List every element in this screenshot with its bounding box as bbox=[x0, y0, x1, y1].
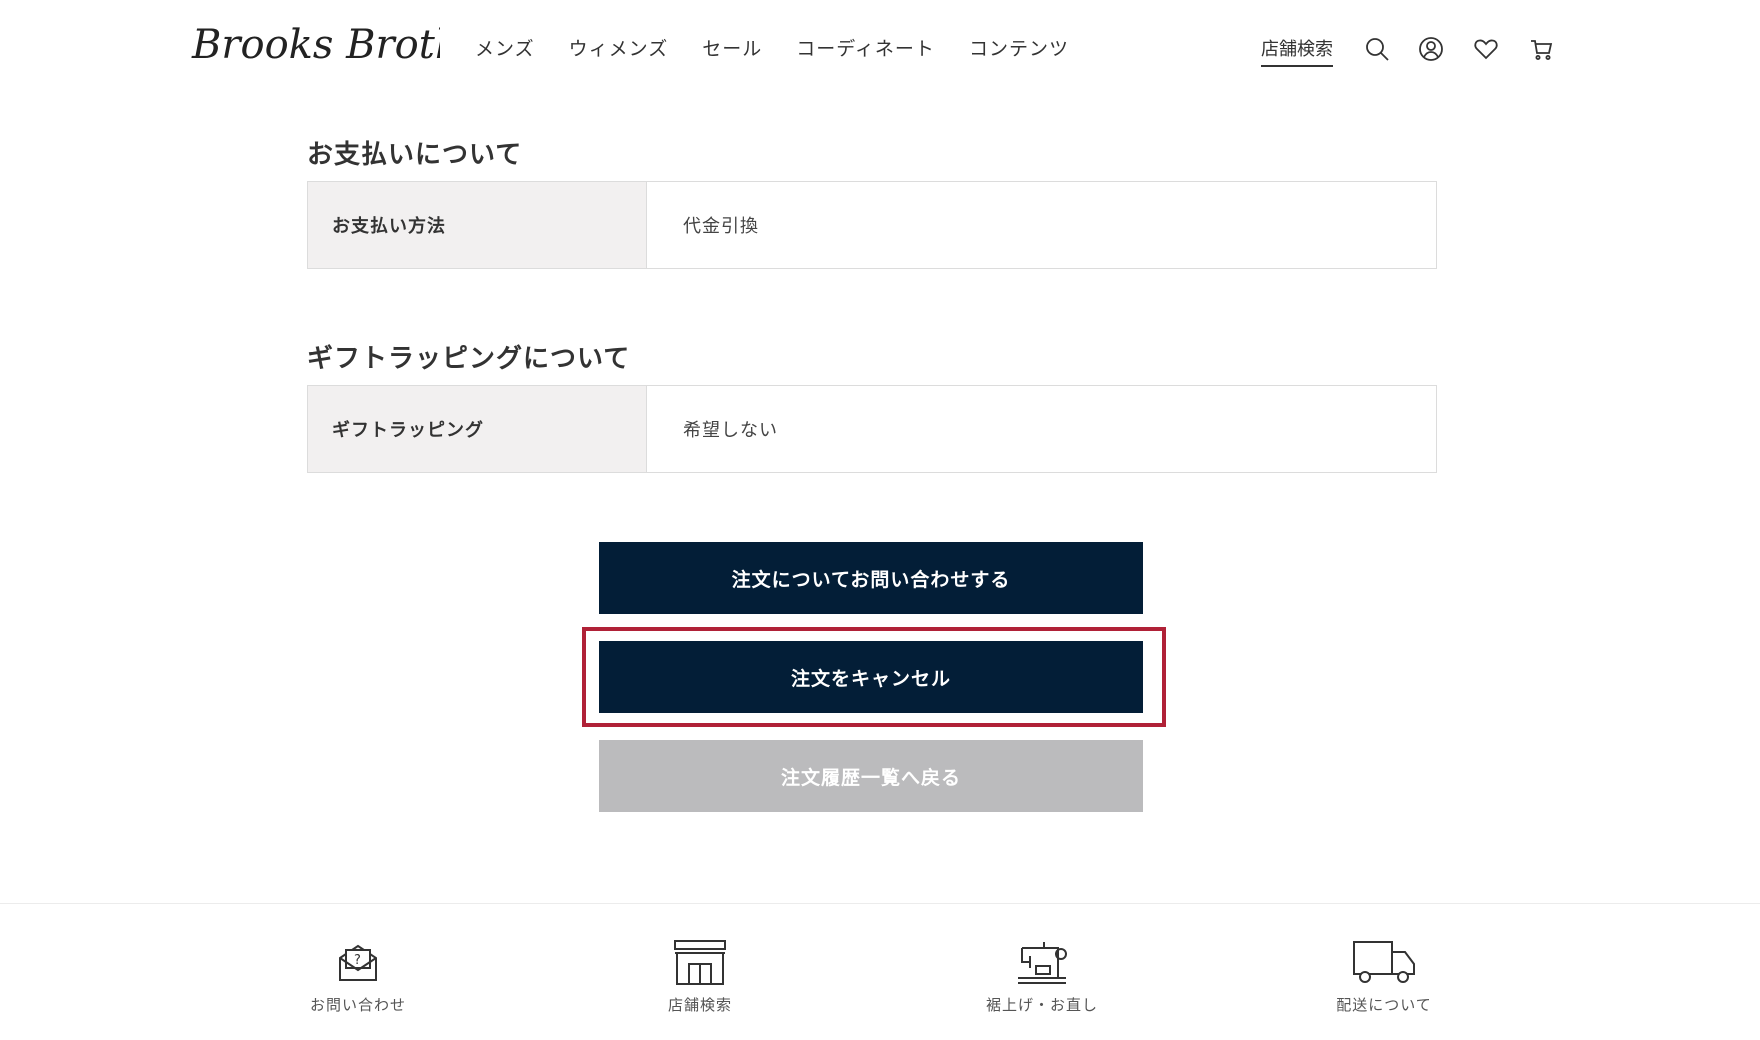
main-nav: メンズ ウィメンズ セール コーディネート コンテンツ bbox=[475, 34, 1103, 61]
footer-contact-label: お問い合わせ bbox=[309, 996, 406, 1014]
brooks-brothers-logo[interactable]: Brooks Brothers bbox=[190, 16, 440, 74]
footer-delivery-label: 配送について bbox=[1336, 996, 1432, 1014]
search-icon[interactable] bbox=[1364, 36, 1390, 62]
back-to-order-history-button[interactable]: 注文履歴一覧へ戻る bbox=[599, 740, 1143, 812]
gift-wrapping-value: 希望しない bbox=[683, 420, 778, 441]
gift-section-title: ギフトラッピングについて bbox=[307, 344, 631, 374]
footer-delivery[interactable]: 配送について bbox=[1304, 938, 1464, 1015]
nav-item-womens[interactable]: ウィメンズ bbox=[569, 34, 669, 61]
heart-icon[interactable] bbox=[1473, 36, 1499, 62]
store-icon bbox=[674, 940, 726, 985]
nav-item-coordinate[interactable]: コーディネート bbox=[796, 34, 935, 61]
payment-section-title: お支払いについて bbox=[307, 140, 523, 170]
gift-table: ギフトラッピング 希望しない bbox=[307, 385, 1437, 473]
nav-item-sale[interactable]: セール bbox=[702, 34, 762, 61]
payment-method-value: 代金引換 bbox=[683, 216, 759, 237]
cancel-order-button[interactable]: 注文をキャンセル bbox=[599, 641, 1143, 713]
nav-item-mens[interactable]: メンズ bbox=[475, 34, 535, 61]
gift-wrapping-label: ギフトラッピング bbox=[308, 386, 647, 472]
delivery-truck-icon bbox=[1353, 941, 1415, 983]
payment-method-label: お支払い方法 bbox=[308, 182, 647, 268]
svg-text:?: ? bbox=[354, 953, 361, 968]
mail-question-icon: ? bbox=[339, 944, 377, 981]
footer-alterations[interactable]: 裾上げ・お直し bbox=[962, 938, 1122, 1015]
sewing-machine-icon bbox=[1018, 942, 1067, 984]
footer-divider bbox=[0, 903, 1760, 904]
nav-item-contents[interactable]: コンテンツ bbox=[969, 34, 1069, 61]
site-header: Brooks Brothers メンズ ウィメンズ セール コーディネート コン… bbox=[0, 0, 1760, 96]
payment-table: お支払い方法 代金引換 bbox=[307, 181, 1437, 269]
footer-store-search-label: 店舗検索 bbox=[667, 996, 732, 1014]
cart-icon[interactable] bbox=[1528, 36, 1554, 62]
footer-alterations-label: 裾上げ・お直し bbox=[985, 996, 1098, 1014]
svg-text:Brooks Brothers: Brooks Brothers bbox=[191, 22, 440, 68]
contact-about-order-button[interactable]: 注文についてお問い合わせする bbox=[599, 542, 1143, 614]
account-icon[interactable] bbox=[1418, 36, 1444, 62]
footer-store-search[interactable]: 店舗検索 bbox=[620, 938, 780, 1015]
store-search-link[interactable]: 店舗検索 bbox=[1261, 35, 1333, 67]
footer-contact[interactable]: ? お問い合わせ bbox=[278, 938, 438, 1015]
